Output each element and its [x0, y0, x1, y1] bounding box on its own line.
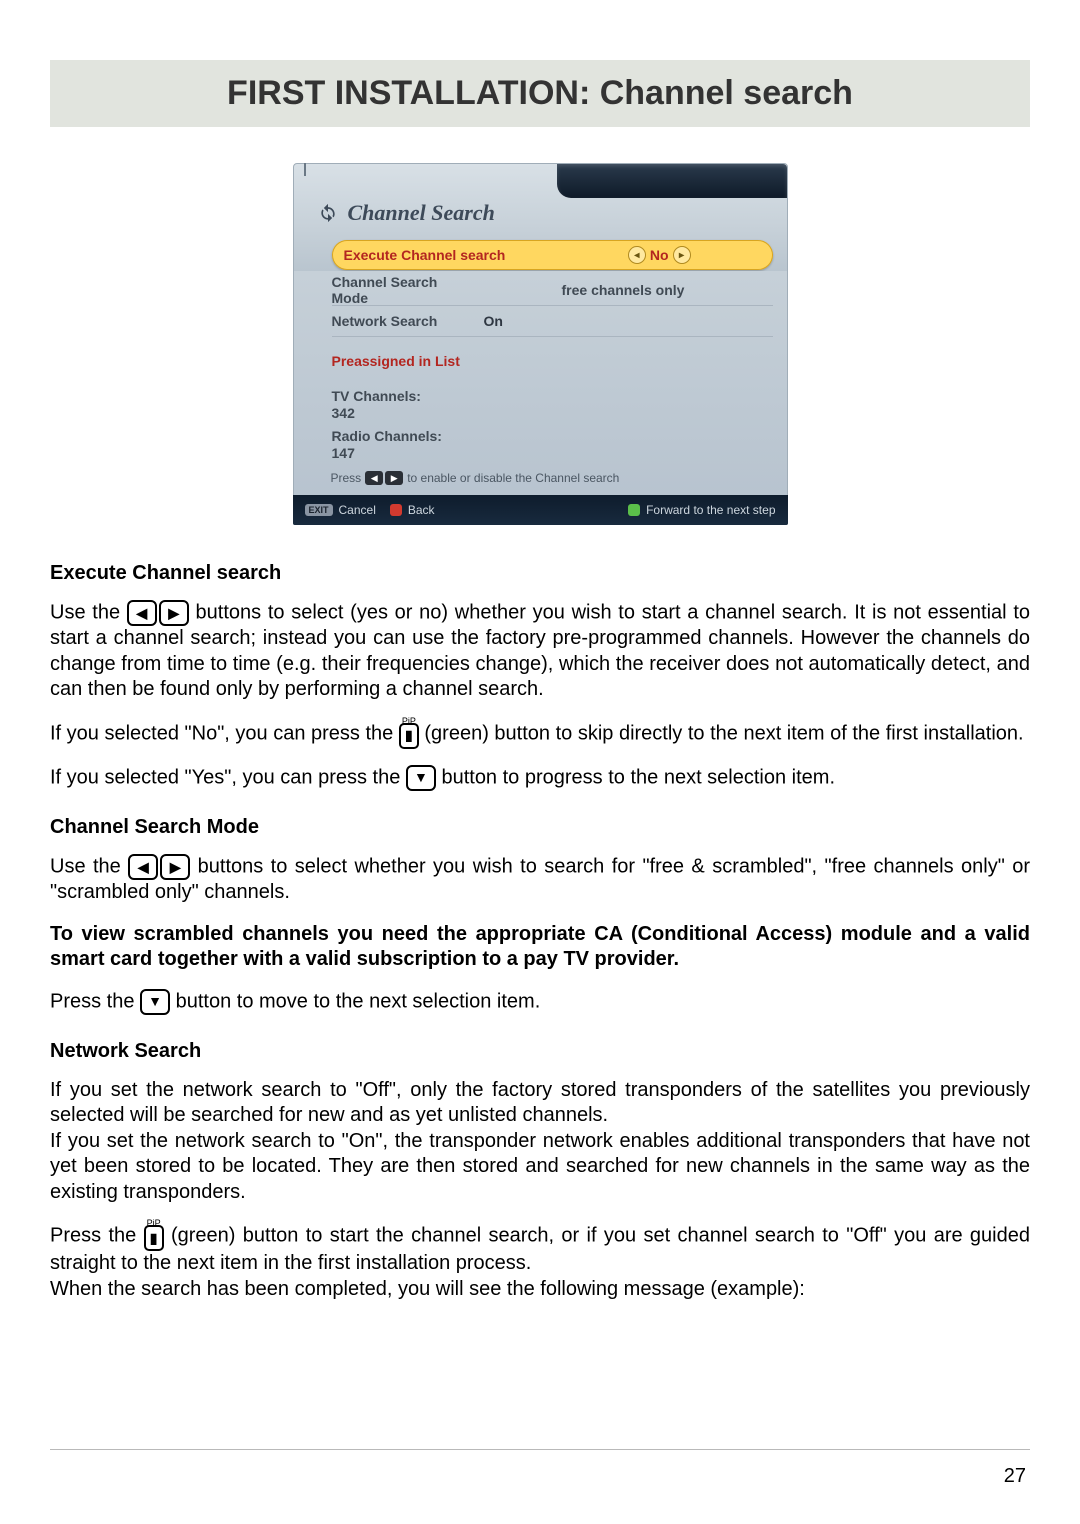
cancel-label: Cancel [339, 503, 376, 517]
mode-label: Channel Search Mode [332, 274, 472, 306]
execute-paragraph-2: If you selected "No", you can press the … [50, 719, 1030, 750]
cancel-button[interactable]: EXIT Cancel [305, 503, 376, 517]
scrambled-note: To view scrambled channels you need the … [50, 922, 1030, 973]
execute-paragraph-1: Use the ◀▶ buttons to select (yes or no)… [50, 600, 1030, 702]
back-button[interactable]: Back [390, 503, 435, 517]
page-title: FIRST INSTALLATION: Channel search [227, 74, 853, 112]
radio-channels-value: 147 [332, 445, 773, 461]
window-title: Channel Search [348, 200, 495, 226]
pip-green-key-icon: PiP ▮ [399, 719, 419, 750]
tv-channels-value: 342 [332, 405, 773, 421]
hint-suffix: to enable or disable the Channel search [407, 471, 619, 485]
radio-channels-label: Radio Channels: [332, 427, 773, 445]
exit-key-icon: EXIT [305, 504, 333, 516]
osd-container: Channel Search Execute Channel search ◂ … [50, 163, 1030, 525]
corner-notch-icon [304, 163, 320, 176]
page-number: 27 [1004, 1465, 1026, 1488]
hint-prefix: Press [331, 471, 362, 485]
network-value: On [484, 313, 503, 329]
left-arrow-icon[interactable]: ◂ [628, 246, 646, 264]
channel-search-window: Channel Search Execute Channel search ◂ … [293, 163, 788, 525]
execute-paragraph-3: If you selected "Yes", you can press the… [50, 765, 1030, 791]
red-dot-icon [390, 504, 402, 516]
right-arrow-icon[interactable]: ▸ [673, 246, 691, 264]
execute-row-highlight[interactable]: Execute Channel search ◂ No ▸ [332, 240, 773, 270]
preassigned-heading: Preassigned in List [332, 353, 773, 369]
execute-value: No [650, 247, 669, 263]
network-label: Network Search [332, 313, 472, 329]
back-label: Back [408, 503, 435, 517]
forward-button[interactable]: Forward to the next step [628, 503, 775, 517]
osd-footer: EXIT Cancel Back Forward to the next ste… [293, 495, 788, 525]
page-title-band: FIRST INSTALLATION: Channel search [50, 60, 1030, 127]
window-dark-tab [557, 164, 787, 198]
forward-label: Forward to the next step [646, 503, 775, 517]
instruction-text: Execute Channel search Use the ◀▶ button… [50, 561, 1030, 1302]
window-title-row: Channel Search [318, 200, 495, 226]
footer-divider [50, 1449, 1030, 1450]
pip-green-key-icon: PiP ▮ [144, 1221, 164, 1252]
network-heading: Network Search [50, 1039, 1030, 1064]
mode-row[interactable]: Channel Search Mode free channels only [332, 275, 773, 306]
left-right-keys-icon: ◀▶ [128, 854, 190, 880]
mode-paragraph-1: Use the ◀▶ buttons to select whether you… [50, 854, 1030, 905]
left-right-keys-icon: ◀▶ [127, 600, 189, 626]
network-row[interactable]: Network Search On [332, 306, 773, 337]
mode-heading: Channel Search Mode [50, 815, 1030, 840]
left-right-keys-icon: ◀▶ [365, 471, 403, 485]
mode-value: free channels only [562, 282, 685, 298]
network-paragraph-2: If you set the network search to "On", t… [50, 1129, 1030, 1205]
execute-heading: Execute Channel search [50, 561, 1030, 586]
manual-page: FIRST INSTALLATION: Channel search Chann… [0, 0, 1080, 1524]
tv-channels-label: TV Channels: [332, 387, 773, 405]
execute-value-group[interactable]: ◂ No ▸ [628, 246, 691, 264]
execute-label: Execute Channel search [344, 247, 506, 263]
refresh-icon [318, 203, 338, 223]
network-paragraph-4: When the search has been completed, you … [50, 1277, 1030, 1302]
hint-bar: Press ◀▶ to enable or disable the Channe… [331, 471, 620, 485]
green-dot-icon [628, 504, 640, 516]
mode-paragraph-2: Press the ▼ button to move to the next s… [50, 989, 1030, 1015]
network-paragraph-1: If you set the network search to "Off", … [50, 1078, 1030, 1129]
down-key-icon: ▼ [406, 765, 436, 791]
network-paragraph-3: Press the PiP ▮ (green) button to start … [50, 1221, 1030, 1277]
down-key-icon: ▼ [140, 989, 170, 1015]
